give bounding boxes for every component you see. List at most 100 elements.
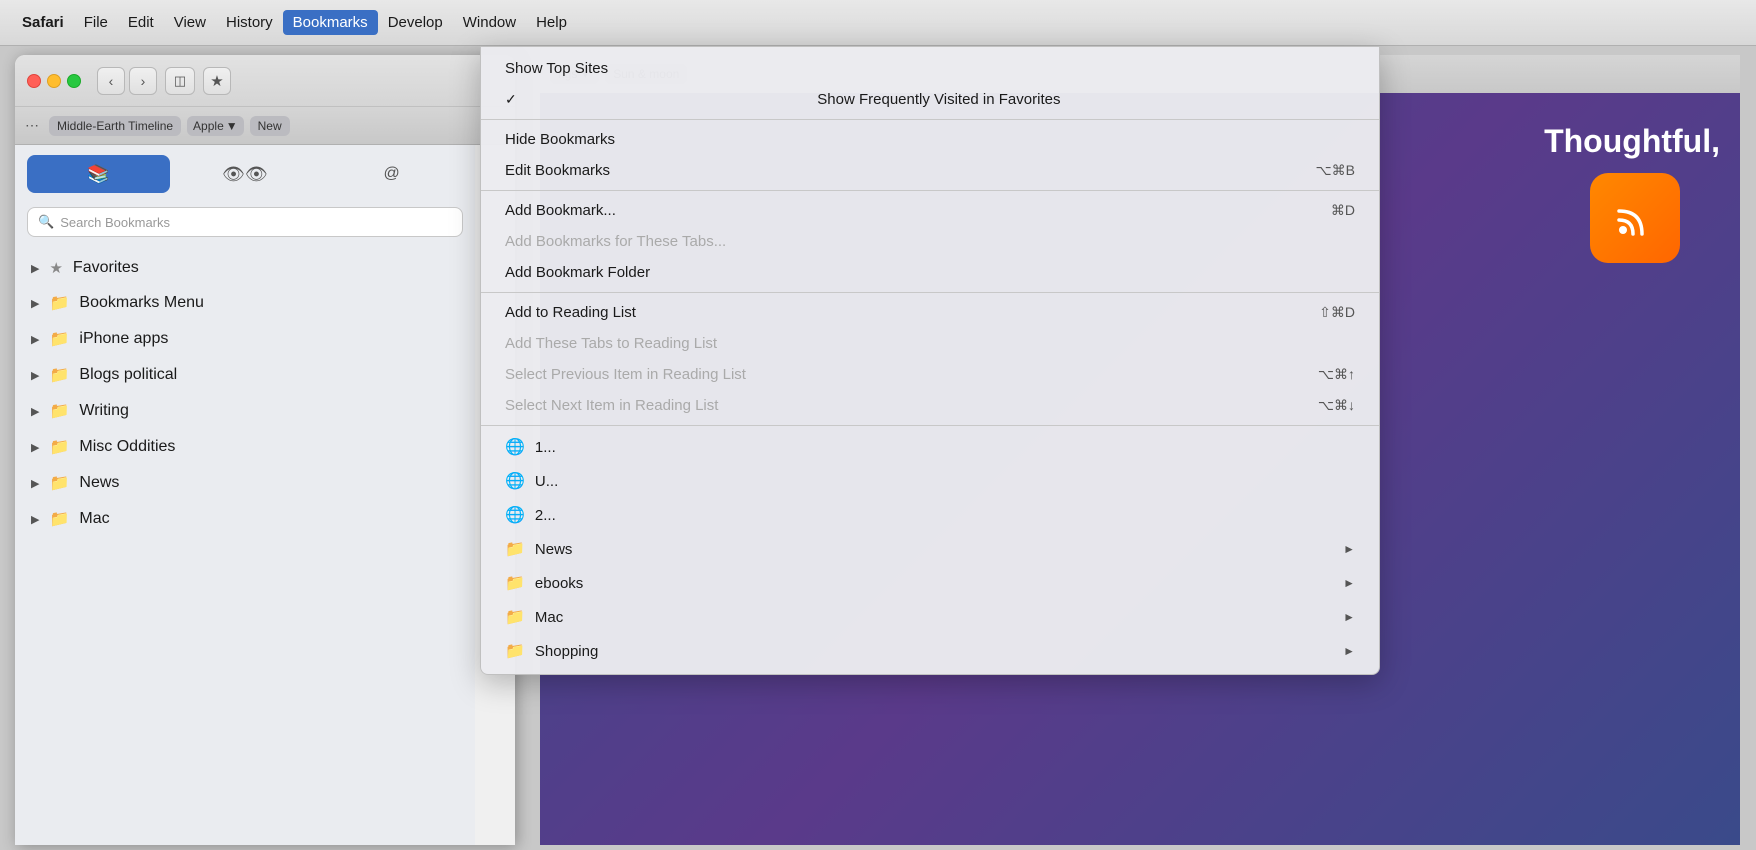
sidebar-item-blogs-political[interactable]: ▶ 📁 Blogs political (15, 357, 475, 393)
sidebar-label-blogs-political: Blogs political (79, 366, 177, 384)
sidebar-item-mac[interactable]: ▶ 📁 Mac (15, 501, 475, 537)
menubar-bookmarks[interactable]: Bookmarks (283, 10, 378, 35)
tab-apple[interactable]: Apple ▼ (187, 116, 244, 136)
bookmarks-dropdown-menu: Show Top Sites Show Frequently Visited i… (480, 46, 1380, 675)
folder-icon: 📁 (505, 573, 525, 593)
menubar-view[interactable]: View (164, 10, 216, 35)
browser-window: ‹ › ◫ ★ ⋯ Middle-Earth Timeline Apple ▼ … (15, 55, 515, 845)
menu-bm-ebooks[interactable]: 📁 ebooks ► (481, 566, 1379, 600)
sidebar-tab-bookmarks[interactable]: 📚 (27, 155, 170, 193)
bm-label-mac: Mac (535, 609, 1333, 626)
sidebar-item-bookmarks-menu[interactable]: ▶ 📁 Bookmarks Menu (15, 285, 475, 321)
bm-label-url1: 1... (535, 439, 1345, 456)
menu-item-add-bookmarks-tabs: Add Bookmarks for These Tabs... (481, 226, 1379, 257)
sidebar-label-bookmarks-menu: Bookmarks Menu (79, 294, 204, 312)
sidebar-tab-reading[interactable]: 👁👁 (174, 155, 317, 193)
separator-4 (481, 425, 1379, 426)
menu-label-hide-bookmarks: Hide Bookmarks (505, 131, 615, 148)
nav-buttons: ‹ › (97, 67, 157, 95)
menu-label-edit-bookmarks: Edit Bookmarks (505, 162, 610, 179)
bookmark-star-button[interactable]: ★ (203, 67, 231, 95)
folder-icon: 📁 (49, 401, 69, 421)
menu-item-add-reading-list[interactable]: Add to Reading List ⇧⌘D (481, 297, 1379, 328)
menu-bm-news[interactable]: 📁 News ► (481, 532, 1379, 566)
folder-icon: 📁 (505, 607, 525, 627)
menubar-help[interactable]: Help (526, 10, 577, 35)
menubar-file[interactable]: File (74, 10, 118, 35)
menu-label-add-bookmark: Add Bookmark... (505, 202, 616, 219)
globe-icon: 🌐 (505, 437, 525, 457)
tab-new[interactable]: New (250, 116, 290, 136)
chevron-icon: ▶ (31, 405, 39, 418)
bm-label-news: News (535, 541, 1333, 558)
back-button[interactable]: ‹ (97, 67, 125, 95)
rss-icon (1615, 198, 1655, 238)
arrow-right-icon: ► (1343, 542, 1355, 556)
menu-label-select-prev-reading: Select Previous Item in Reading List (505, 366, 746, 383)
minimize-button[interactable] (47, 74, 61, 88)
chevron-icon: ▶ (31, 333, 39, 346)
sidebar-item-news[interactable]: ▶ 📁 News (15, 465, 475, 501)
menubar-develop[interactable]: Develop (378, 10, 453, 35)
separator-3 (481, 292, 1379, 293)
sidebar-toggle-button[interactable]: ◫ (165, 67, 195, 95)
menu-label-add-reading-list: Add to Reading List (505, 304, 636, 321)
menubar: Safari File Edit View History Bookmarks … (0, 0, 1756, 46)
menubar-safari[interactable]: Safari (12, 10, 74, 35)
menu-bm-url2[interactable]: 🌐 U... (481, 464, 1379, 498)
sidebar-item-favorites[interactable]: ▶ ★ Favorites (15, 251, 475, 285)
sidebar-panel: 📚 👁👁 @ 🔍 Search Bookmarks ▶ ★ Favorites … (15, 145, 475, 845)
menubar-window[interactable]: Window (453, 10, 526, 35)
menu-item-add-bookmark[interactable]: Add Bookmark... ⌘D (481, 195, 1379, 226)
globe-icon: 🌐 (505, 471, 525, 491)
bm-label-url3: 2... (535, 507, 1345, 524)
folder-icon: 📁 (49, 365, 69, 385)
menu-item-edit-bookmarks[interactable]: Edit Bookmarks ⌥⌘B (481, 155, 1379, 186)
menu-shortcut-edit-bookmarks: ⌥⌘B (1316, 162, 1355, 179)
menu-bm-url1[interactable]: 🌐 1... (481, 430, 1379, 464)
sidebar-item-misc-oddities[interactable]: ▶ 📁 Misc Oddities (15, 429, 475, 465)
menu-label-show-freq-visited: Show Frequently Visited in Favorites (817, 91, 1060, 108)
arrow-right-icon: ► (1343, 644, 1355, 658)
menubar-history[interactable]: History (216, 10, 283, 35)
menu-item-show-freq-visited[interactable]: Show Frequently Visited in Favorites (481, 84, 1379, 115)
forward-button[interactable]: › (129, 67, 157, 95)
menu-bm-url3[interactable]: 🌐 2... (481, 498, 1379, 532)
menu-item-show-top-sites[interactable]: Show Top Sites (481, 53, 1379, 84)
folder-icon: 📁 (49, 437, 69, 457)
menu-item-hide-bookmarks[interactable]: Hide Bookmarks (481, 124, 1379, 155)
folder-icon: 📁 (49, 329, 69, 349)
sidebar-label-mac: Mac (79, 510, 109, 528)
sidebar-item-iphone-apps[interactable]: ▶ 📁 iPhone apps (15, 321, 475, 357)
tab-middle-earth[interactable]: Middle-Earth Timeline (49, 116, 181, 136)
separator-2 (481, 190, 1379, 191)
sidebar-label-writing: Writing (79, 402, 129, 420)
menu-item-add-bookmark-folder[interactable]: Add Bookmark Folder (481, 257, 1379, 288)
menu-item-select-next-reading: Select Next Item in Reading List ⌥⌘↓ (481, 390, 1379, 421)
rss-widget[interactable] (1590, 173, 1680, 263)
chevron-icon: ▶ (31, 369, 39, 382)
search-bar[interactable]: 🔍 Search Bookmarks (27, 207, 463, 237)
maximize-button[interactable] (67, 74, 81, 88)
chevron-icon: ▶ (31, 513, 39, 526)
sidebar-tab-at[interactable]: @ (320, 155, 463, 193)
menu-bm-mac[interactable]: 📁 Mac ► (481, 600, 1379, 634)
folder-icon: 📁 (49, 509, 69, 529)
close-button[interactable] (27, 74, 41, 88)
title-bar: ‹ › ◫ ★ (15, 55, 515, 107)
chevron-icon: ▶ (31, 297, 39, 310)
menubar-edit[interactable]: Edit (118, 10, 164, 35)
tab-bar: ⋯ Middle-Earth Timeline Apple ▼ New (15, 107, 515, 145)
menu-label-add-bookmarks-tabs: Add Bookmarks for These Tabs... (505, 233, 726, 250)
menu-label-select-next-reading: Select Next Item in Reading List (505, 397, 718, 414)
search-icon: 🔍 (38, 214, 54, 230)
sidebar-label-favorites: Favorites (73, 259, 139, 277)
folder-icon: 📁 (505, 539, 525, 559)
chevron-icon: ▶ (31, 477, 39, 490)
bm-label-url2: U... (535, 473, 1345, 490)
separator-1 (481, 119, 1379, 120)
menu-bm-shopping[interactable]: 📁 Shopping ► (481, 634, 1379, 668)
sidebar-label-misc-oddities: Misc Oddities (79, 438, 175, 456)
sidebar-item-writing[interactable]: ▶ 📁 Writing (15, 393, 475, 429)
menu-label-add-bookmark-folder: Add Bookmark Folder (505, 264, 650, 281)
